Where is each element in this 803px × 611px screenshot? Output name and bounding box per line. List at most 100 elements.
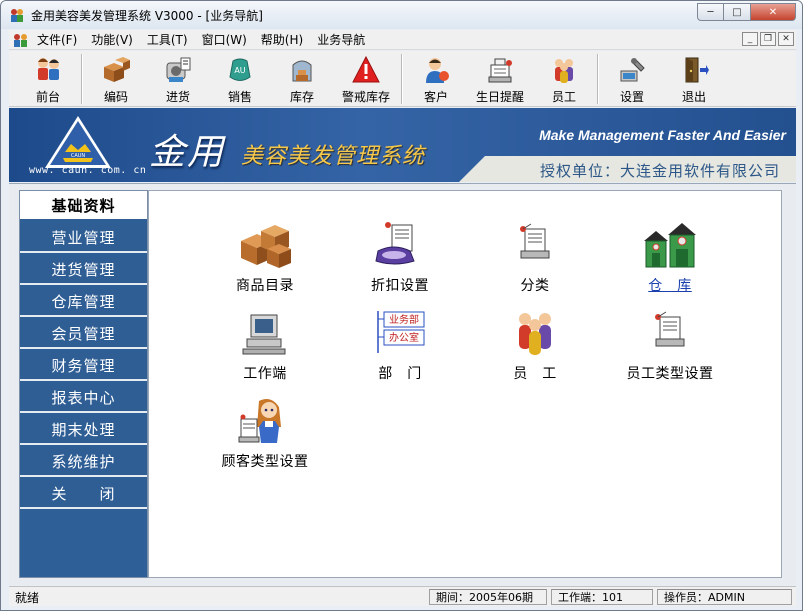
toolbar-customer-button[interactable]: 客户 <box>405 51 467 107</box>
item-label: 部 门 <box>378 366 422 382</box>
item-label: 员 工 <box>513 366 557 382</box>
menu-file[interactable]: 文件(F) <box>30 30 84 50</box>
item-staff[interactable]: 员 工 <box>465 309 605 389</box>
item-workstation[interactable]: 工作端 <box>195 309 335 389</box>
toolbar-exit-button[interactable]: 退出 <box>663 51 725 107</box>
content-panel: 商品目录 折扣设置 分类 仓 库 工作端 业务部 办公室 部 门 员 工 员工类… <box>148 190 782 578</box>
window-controls: ─ □ ✕ <box>697 3 796 21</box>
menu-help[interactable]: 帮助(H) <box>254 30 310 50</box>
toolbar-birthday-reminder-button[interactable]: 生日提醒 <box>467 51 533 107</box>
toolbar-label: 客户 <box>423 90 448 104</box>
close-button[interactable]: ✕ <box>751 3 796 21</box>
window-title: 金用美容美发管理系统 V3000 - [业务导航] <box>31 8 263 23</box>
category-icon <box>520 223 550 259</box>
inventory-icon <box>292 60 312 82</box>
boxes-icon <box>104 57 130 82</box>
status-bar: 就绪 期间：2005年06期 工作端：101 操作员：ADMIN <box>9 586 796 606</box>
caun-logo-icon: CAUN <box>45 116 111 168</box>
item-staff-type-settings[interactable]: 员工类型设置 <box>600 309 740 389</box>
mdi-controls: _ ❐ ✕ <box>740 32 794 46</box>
item-label: 折扣设置 <box>371 278 429 294</box>
nav-report-center[interactable]: 报表中心 <box>20 383 147 413</box>
boxes-icon <box>241 225 291 268</box>
toolbar-separator <box>81 54 83 104</box>
customer-type-icon <box>238 399 281 443</box>
people-icon <box>38 58 59 80</box>
exit-icon <box>685 57 709 83</box>
toolbar-label: 进货 <box>165 90 190 104</box>
nav-system-maintenance[interactable]: 系统维护 <box>20 447 147 477</box>
settings-icon <box>620 58 645 82</box>
item-label: 分类 <box>520 278 550 294</box>
toolbar-inventory-button[interactable]: 库存 <box>271 51 333 107</box>
staff-icon <box>519 313 551 355</box>
item-customer-type-settings[interactable]: 顾客类型设置 <box>195 397 335 477</box>
banner: CAUN www. caun. com. cn 金用 美容美发管理系统 Make… <box>9 108 796 182</box>
toolbar-staff-button[interactable]: 员工 <box>533 51 595 107</box>
item-department[interactable]: 业务部办公室 部 门 <box>330 309 470 389</box>
nav-finance-management[interactable]: 财务管理 <box>20 351 147 381</box>
toolbar-label: 警戒库存 <box>341 90 390 104</box>
toolbar-purchase-button[interactable]: 进货 <box>147 51 209 107</box>
toolbar-label: 库存 <box>289 90 314 104</box>
menu-function[interactable]: 功能(V) <box>84 30 140 50</box>
menu-people-icon[interactable] <box>12 32 30 48</box>
nav-purchase-management[interactable]: 进货管理 <box>20 255 147 285</box>
mdi-restore-button[interactable]: ❐ <box>760 32 776 46</box>
app-window: 金用美容美发管理系统 V3000 - [业务导航] ─ □ ✕ 文件(F) 功能… <box>0 0 803 611</box>
nav-warehouse-management[interactable]: 仓库管理 <box>20 287 147 317</box>
toolbar-settings-button[interactable]: 设置 <box>601 51 663 107</box>
logo-text: CAUN <box>71 153 86 159</box>
title-bar[interactable]: 金用美容美发管理系统 V3000 - [业务导航] ─ □ ✕ <box>1 1 802 29</box>
discount-icon <box>375 222 415 265</box>
nav-member-management[interactable]: 会员管理 <box>20 319 147 349</box>
banner-brand: 金用 <box>149 132 226 173</box>
item-label: 工作端 <box>243 366 287 382</box>
license-text: 授权单位：大连金用软件有限公司 <box>539 162 780 180</box>
nav-close[interactable]: 关 闭 <box>20 479 147 509</box>
toolbar-code-button[interactable]: 编码 <box>85 51 147 107</box>
maximize-button[interactable]: □ <box>724 3 751 21</box>
dept-tag-business: 业务部 <box>389 313 419 326</box>
menu-business-nav[interactable]: 业务导航 <box>310 30 372 50</box>
toolbar-label: 生日提醒 <box>475 90 524 104</box>
item-label: 商品目录 <box>236 278 294 294</box>
warehouse-icon <box>644 223 696 268</box>
menu-tools[interactable]: 工具(T) <box>140 30 195 50</box>
toolbar-label: 编码 <box>103 90 128 104</box>
mdi-minimize-button[interactable]: _ <box>742 32 758 46</box>
dept-tag-office: 办公室 <box>389 331 419 344</box>
toolbar-front-desk-button[interactable]: 前台 <box>17 51 79 107</box>
svg-text:AU: AU <box>234 66 245 75</box>
banner-slogan: Make Management Faster And Easier <box>539 127 786 143</box>
item-label: 员工类型设置 <box>626 366 714 382</box>
toolbar-label: 退出 <box>681 90 706 104</box>
item-category[interactable]: 分类 <box>465 221 605 301</box>
toolbar-warning-stock-button[interactable]: 警戒库存 <box>333 51 399 107</box>
status-operator: 操作员：ADMIN <box>657 589 792 605</box>
toolbar-label: 前台 <box>35 90 60 104</box>
item-label: 仓 库 <box>648 278 692 294</box>
minimize-button[interactable]: ─ <box>697 3 724 21</box>
staff-icon <box>555 59 573 83</box>
item-label: 顾客类型设置 <box>221 454 309 470</box>
side-nav: 基础资料 营业管理 进货管理 仓库管理 会员管理 财务管理 报表中心 期末处理 … <box>19 190 148 578</box>
item-product-catalog[interactable]: 商品目录 <box>195 221 335 301</box>
main-area: 基础资料 营业管理 进货管理 仓库管理 会员管理 财务管理 报表中心 期末处理 … <box>9 183 796 585</box>
computer-icon <box>242 314 286 355</box>
banner-system-name: 美容美发管理系统 <box>241 144 426 169</box>
nav-basic-data[interactable]: 基础资料 <box>20 191 147 221</box>
toolbar-label: 员工 <box>551 90 576 104</box>
status-workstation: 工作端：101 <box>551 589 653 605</box>
status-period: 期间：2005年06期 <box>429 589 547 605</box>
item-warehouse[interactable]: 仓 库 <box>600 221 740 301</box>
menu-window[interactable]: 窗口(W) <box>195 30 254 50</box>
nav-business-management[interactable]: 营业管理 <box>20 223 147 253</box>
mdi-close-button[interactable]: ✕ <box>778 32 794 46</box>
birthday-icon <box>488 58 512 83</box>
banner-url: www. caun. com. cn <box>29 165 147 176</box>
toolbar-label: 销售 <box>227 90 252 104</box>
item-discount-settings[interactable]: 折扣设置 <box>330 221 470 301</box>
toolbar-sales-button[interactable]: AU 销售 <box>209 51 271 107</box>
nav-period-end[interactable]: 期末处理 <box>20 415 147 445</box>
